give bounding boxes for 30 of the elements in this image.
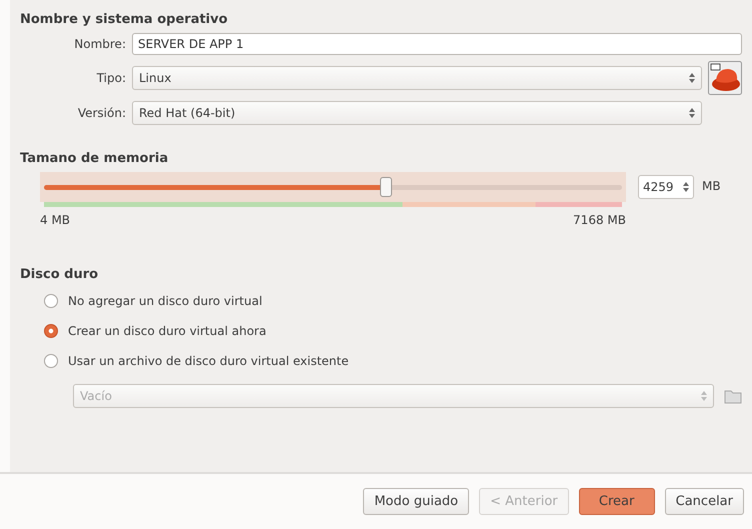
section-heading: Nombre y sistema operativo bbox=[20, 12, 229, 27]
slider-thumb[interactable] bbox=[380, 176, 392, 196]
dialog-button[interactable]: Modo guiado bbox=[363, 488, 470, 515]
max-label: 7168 MB bbox=[573, 213, 626, 227]
radio-option[interactable]: No agregar un disco duro virtual bbox=[44, 294, 742, 308]
unit-label: MB bbox=[702, 179, 721, 193]
spin-arrows-icon bbox=[689, 108, 695, 118]
radio-button[interactable] bbox=[44, 324, 58, 338]
spin-arrows-icon[interactable] bbox=[683, 182, 689, 192]
field-label: Versión: bbox=[76, 106, 126, 120]
radio-button[interactable] bbox=[44, 354, 58, 368]
radio-option[interactable]: Usar un archivo de disco duro virtual existente bbox=[44, 354, 742, 368]
name-field[interactable]: SERVER DE APP 1 bbox=[132, 33, 742, 55]
section-heading: Disco duro bbox=[20, 267, 100, 282]
radio-button[interactable] bbox=[44, 294, 58, 308]
radio-option[interactable]: Crear un disco duro virtual ahora bbox=[44, 324, 742, 338]
version-dropdown[interactable]: Red Hat (64-bit) bbox=[132, 101, 702, 125]
field-label: Tipo: bbox=[96, 71, 126, 85]
dialog-button[interactable]: Crear bbox=[578, 488, 655, 515]
hat-icon bbox=[708, 61, 742, 95]
memory-slider[interactable] bbox=[40, 172, 626, 202]
type-dropdown[interactable]: Linux bbox=[132, 66, 702, 90]
min-label: 4 MB bbox=[40, 213, 70, 227]
spin-arrows-icon bbox=[689, 73, 695, 83]
folder-icon[interactable] bbox=[724, 388, 742, 404]
dialog-button[interactable]: Cancelar bbox=[664, 488, 744, 515]
section-heading: Tamano de memoria bbox=[20, 151, 170, 166]
spin-arrows-icon bbox=[701, 391, 707, 401]
memory-spinbox[interactable]: 4259 bbox=[638, 175, 694, 199]
field-label: Nombre: bbox=[73, 37, 126, 51]
